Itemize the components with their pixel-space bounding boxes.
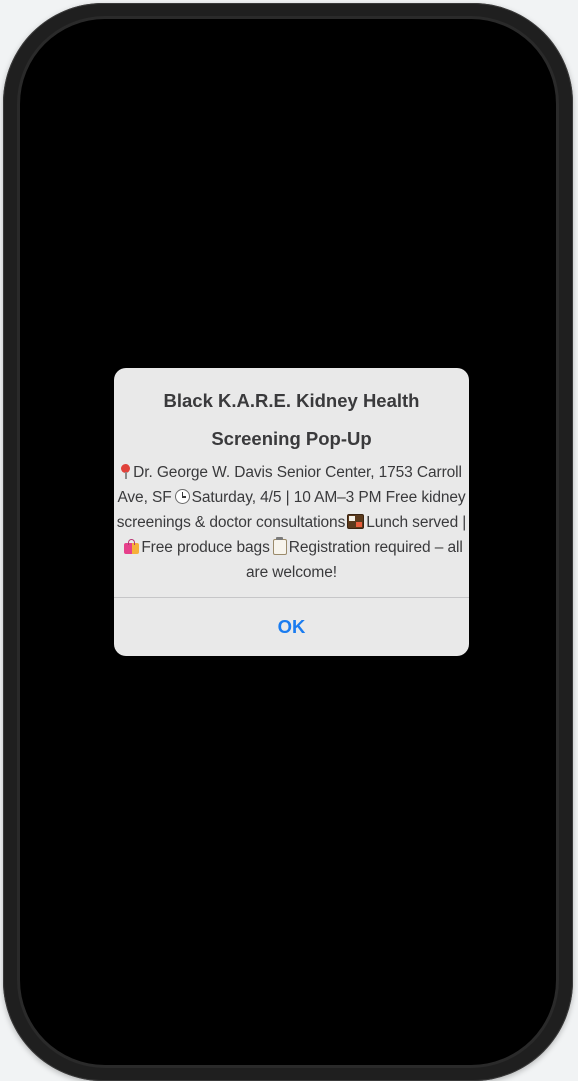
alert-title: Black K.A.R.E. Kidney Health Screening P…: [163, 390, 420, 449]
alert-dialog: Black K.A.R.E. Kidney Health Screening P…: [114, 368, 469, 656]
alert-message: Dr. George W. Davis Senior Center, 1753 …: [114, 460, 469, 597]
bento-box-icon: [347, 514, 365, 529]
shopping-bags-icon: [124, 539, 140, 554]
message-produce: Free produce bags: [141, 539, 270, 556]
message-lunch: Lunch served |: [366, 514, 467, 531]
clock-icon: [174, 489, 190, 504]
clipboard-icon: [272, 537, 287, 555]
stage: Black K.A.R.E. Kidney Health Screening P…: [0, 0, 578, 1081]
ok-button[interactable]: OK: [114, 598, 469, 656]
message-datetime: Saturday, 4/5 | 10 AM–3 PM: [191, 489, 382, 506]
round-pushpin-icon: [121, 464, 131, 479]
